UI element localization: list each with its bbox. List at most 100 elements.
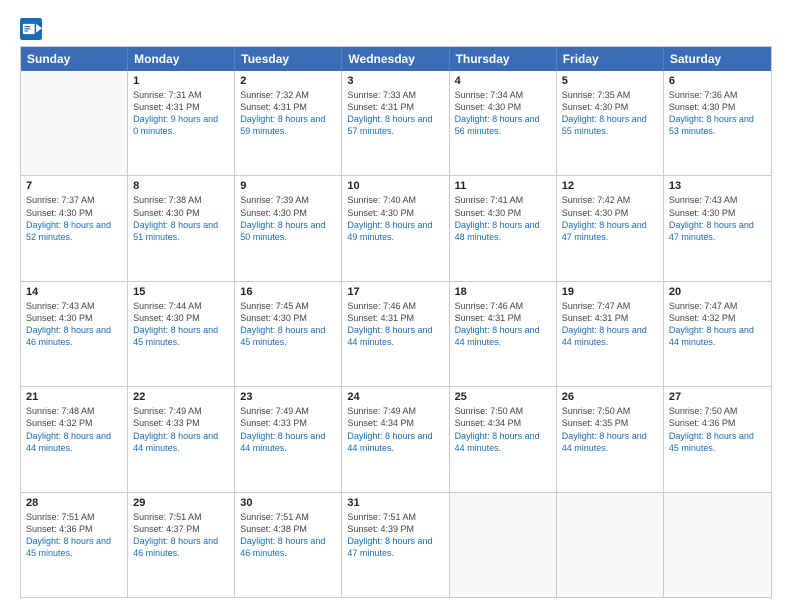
calendar-cell: 1 Sunrise: 7:31 AMSunset: 4:31 PMDaylight…	[128, 71, 235, 175]
calendar-cell: 22 Sunrise: 7:49 AMSunset: 4:33 PMDayligh…	[128, 387, 235, 491]
day-number: 10	[347, 180, 443, 192]
calendar-cell: 17Sunrise: 7:46 AMSunset: 4:31 PMDayligh…	[342, 282, 449, 386]
day-number: 5	[562, 75, 658, 87]
calendar-weekday: Friday	[557, 47, 664, 71]
calendar-cell	[21, 71, 128, 175]
cell-info: Sunrise: 7:43 AMSunset: 4:30 PMDaylight:…	[26, 300, 122, 349]
cell-info: Sunrise: 7:31 AMSunset: 4:31 PMDaylight:…	[133, 89, 229, 138]
day-number: 1	[133, 75, 229, 87]
calendar-cell: 4Sunrise: 7:34 AMSunset: 4:30 PMDaylight…	[450, 71, 557, 175]
cell-info: Sunrise: 7:49 AMSunset: 4:33 PMDaylight:…	[240, 405, 336, 454]
calendar-cell: 11 Sunrise: 7:41 AMSunset: 4:30 PMDayligh…	[450, 176, 557, 280]
calendar-cell: 19 Sunrise: 7:47 AMSunset: 4:31 PMDayligh…	[557, 282, 664, 386]
cell-info: Sunrise: 7:50 AMSunset: 4:35 PMDaylight:…	[562, 405, 658, 454]
logo	[20, 18, 46, 40]
calendar-header: SundayMondayTuesdayWednesdayThursdayFrid…	[21, 47, 771, 71]
cell-info: Sunrise: 7:51 AMSunset: 4:38 PMDaylight:…	[240, 511, 336, 560]
calendar-weekday: Thursday	[450, 47, 557, 71]
cell-info: Sunrise: 7:35 AMSunset: 4:30 PMDaylight:…	[562, 89, 658, 138]
calendar-cell: 9Sunrise: 7:39 AMSunset: 4:30 PMDaylight…	[235, 176, 342, 280]
calendar-cell: 14 Sunrise: 7:43 AMSunset: 4:30 PMDayligh…	[21, 282, 128, 386]
calendar-weekday: Wednesday	[342, 47, 449, 71]
day-number: 4	[455, 75, 551, 87]
cell-info: Sunrise: 7:32 AMSunset: 4:31 PMDaylight:…	[240, 89, 336, 138]
calendar-cell: 10 Sunrise: 7:40 AMSunset: 4:30 PMDayligh…	[342, 176, 449, 280]
header	[20, 18, 772, 40]
calendar-cell: 27Sunrise: 7:50 AMSunset: 4:36 PMDayligh…	[664, 387, 771, 491]
cell-info: Sunrise: 7:44 AMSunset: 4:30 PMDaylight:…	[133, 300, 229, 349]
day-number: 24	[347, 391, 443, 403]
calendar-cell: 21 Sunrise: 7:48 AMSunset: 4:32 PMDayligh…	[21, 387, 128, 491]
calendar-row: 28Sunrise: 7:51 AMSunset: 4:36 PMDayligh…	[21, 492, 771, 597]
cell-info: Sunrise: 7:41 AMSunset: 4:30 PMDaylight:…	[455, 194, 551, 243]
day-number: 19	[562, 286, 658, 298]
calendar-weekday: Tuesday	[235, 47, 342, 71]
cell-info: Sunrise: 7:46 AMSunset: 4:31 PMDaylight:…	[455, 300, 551, 349]
calendar-cell: 2 Sunrise: 7:32 AMSunset: 4:31 PMDaylight…	[235, 71, 342, 175]
cell-info: Sunrise: 7:39 AMSunset: 4:30 PMDaylight:…	[240, 194, 336, 243]
calendar-cell: 18 Sunrise: 7:46 AMSunset: 4:31 PMDayligh…	[450, 282, 557, 386]
day-number: 20	[669, 286, 766, 298]
calendar-cell	[450, 493, 557, 597]
calendar-weekday: Saturday	[664, 47, 771, 71]
calendar-cell: 6 Sunrise: 7:36 AMSunset: 4:30 PMDaylight…	[664, 71, 771, 175]
day-number: 16	[240, 286, 336, 298]
calendar-weekday: Sunday	[21, 47, 128, 71]
cell-info: Sunrise: 7:37 AMSunset: 4:30 PMDaylight:…	[26, 194, 122, 243]
cell-info: Sunrise: 7:49 AMSunset: 4:33 PMDaylight:…	[133, 405, 229, 454]
day-number: 8	[133, 180, 229, 192]
cell-info: Sunrise: 7:51 AMSunset: 4:39 PMDaylight:…	[347, 511, 443, 560]
cell-info: Sunrise: 7:38 AMSunset: 4:30 PMDaylight:…	[133, 194, 229, 243]
cell-info: Sunrise: 7:50 AMSunset: 4:36 PMDaylight:…	[669, 405, 766, 454]
day-number: 15	[133, 286, 229, 298]
day-number: 21	[26, 391, 122, 403]
day-number: 28	[26, 497, 122, 509]
calendar-cell: 25 Sunrise: 7:50 AMSunset: 4:34 PMDayligh…	[450, 387, 557, 491]
cell-info: Sunrise: 7:46 AMSunset: 4:31 PMDaylight:…	[347, 300, 443, 349]
calendar-cell: 31Sunrise: 7:51 AMSunset: 4:39 PMDayligh…	[342, 493, 449, 597]
calendar-cell: 12Sunrise: 7:42 AMSunset: 4:30 PMDayligh…	[557, 176, 664, 280]
calendar-cell: 3 Sunrise: 7:33 AMSunset: 4:31 PMDaylight…	[342, 71, 449, 175]
calendar-cell: 7 Sunrise: 7:37 AMSunset: 4:30 PMDaylight…	[21, 176, 128, 280]
calendar-cell: 30 Sunrise: 7:51 AMSunset: 4:38 PMDayligh…	[235, 493, 342, 597]
day-number: 14	[26, 286, 122, 298]
calendar: SundayMondayTuesdayWednesdayThursdayFrid…	[20, 46, 772, 598]
cell-info: Sunrise: 7:48 AMSunset: 4:32 PMDaylight:…	[26, 405, 122, 454]
day-number: 22	[133, 391, 229, 403]
cell-info: Sunrise: 7:47 AMSunset: 4:31 PMDaylight:…	[562, 300, 658, 349]
day-number: 26	[562, 391, 658, 403]
cell-info: Sunrise: 7:33 AMSunset: 4:31 PMDaylight:…	[347, 89, 443, 138]
day-number: 11	[455, 180, 551, 192]
cell-info: Sunrise: 7:49 AMSunset: 4:34 PMDaylight:…	[347, 405, 443, 454]
cell-info: Sunrise: 7:47 AMSunset: 4:32 PMDaylight:…	[669, 300, 766, 349]
cell-info: Sunrise: 7:40 AMSunset: 4:30 PMDaylight:…	[347, 194, 443, 243]
calendar-cell: 24 Sunrise: 7:49 AMSunset: 4:34 PMDayligh…	[342, 387, 449, 491]
calendar-row: 1 Sunrise: 7:31 AMSunset: 4:31 PMDaylight…	[21, 71, 771, 175]
cell-info: Sunrise: 7:51 AMSunset: 4:37 PMDaylight:…	[133, 511, 229, 560]
calendar-cell: 23Sunrise: 7:49 AMSunset: 4:33 PMDayligh…	[235, 387, 342, 491]
day-number: 13	[669, 180, 766, 192]
page: SundayMondayTuesdayWednesdayThursdayFrid…	[0, 0, 792, 612]
calendar-cell	[664, 493, 771, 597]
calendar-cell: 20 Sunrise: 7:47 AMSunset: 4:32 PMDayligh…	[664, 282, 771, 386]
calendar-body: 1 Sunrise: 7:31 AMSunset: 4:31 PMDaylight…	[21, 71, 771, 597]
day-number: 2	[240, 75, 336, 87]
calendar-cell: 5 Sunrise: 7:35 AMSunset: 4:30 PMDaylight…	[557, 71, 664, 175]
day-number: 7	[26, 180, 122, 192]
cell-info: Sunrise: 7:43 AMSunset: 4:30 PMDaylight:…	[669, 194, 766, 243]
calendar-cell: 16Sunrise: 7:45 AMSunset: 4:30 PMDayligh…	[235, 282, 342, 386]
calendar-cell: 28Sunrise: 7:51 AMSunset: 4:36 PMDayligh…	[21, 493, 128, 597]
day-number: 6	[669, 75, 766, 87]
calendar-cell	[557, 493, 664, 597]
calendar-cell: 8 Sunrise: 7:38 AMSunset: 4:30 PMDaylight…	[128, 176, 235, 280]
day-number: 29	[133, 497, 229, 509]
calendar-row: 7 Sunrise: 7:37 AMSunset: 4:30 PMDaylight…	[21, 175, 771, 280]
day-number: 25	[455, 391, 551, 403]
day-number: 18	[455, 286, 551, 298]
calendar-row: 21 Sunrise: 7:48 AMSunset: 4:32 PMDayligh…	[21, 386, 771, 491]
cell-info: Sunrise: 7:36 AMSunset: 4:30 PMDaylight:…	[669, 89, 766, 138]
cell-info: Sunrise: 7:50 AMSunset: 4:34 PMDaylight:…	[455, 405, 551, 454]
day-number: 30	[240, 497, 336, 509]
calendar-row: 14 Sunrise: 7:43 AMSunset: 4:30 PMDayligh…	[21, 281, 771, 386]
day-number: 3	[347, 75, 443, 87]
